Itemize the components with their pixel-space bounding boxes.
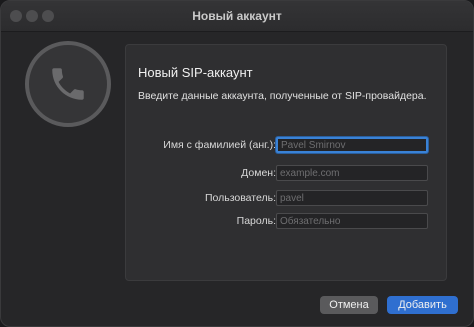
domain-row: Домен:: [126, 165, 446, 183]
domain-label: Домен:: [241, 167, 276, 179]
titlebar: Новый аккаунт: [1, 1, 473, 32]
panel-title: Новый SIP-аккаунт: [138, 65, 253, 80]
add-button[interactable]: Добавить: [387, 296, 458, 314]
full-name-field[interactable]: [276, 137, 428, 153]
user-label: Пользователь:: [204, 192, 276, 204]
window-title: Новый аккаунт: [192, 9, 282, 23]
account-window: Новый аккаунт Новый SIP-аккаунт Введите …: [0, 0, 474, 327]
phone-glyph-icon: [52, 68, 84, 100]
phone-icon: [25, 41, 111, 127]
sip-account-panel: Новый SIP-аккаунт Введите данные аккаунт…: [125, 44, 447, 281]
password-label: Пароль:: [236, 215, 276, 227]
user-row: Пользователь:: [126, 190, 446, 208]
panel-description: Введите данные аккаунта, полученные от S…: [138, 90, 427, 102]
cancel-button[interactable]: Отмена: [320, 296, 378, 314]
password-field[interactable]: [276, 213, 428, 229]
domain-field[interactable]: [276, 165, 428, 181]
name-row: Имя с фамилией (анг.):: [126, 137, 446, 155]
name-label: Имя с фамилией (анг.):: [163, 139, 276, 151]
username-field[interactable]: [276, 190, 428, 206]
password-row: Пароль:: [126, 213, 446, 231]
